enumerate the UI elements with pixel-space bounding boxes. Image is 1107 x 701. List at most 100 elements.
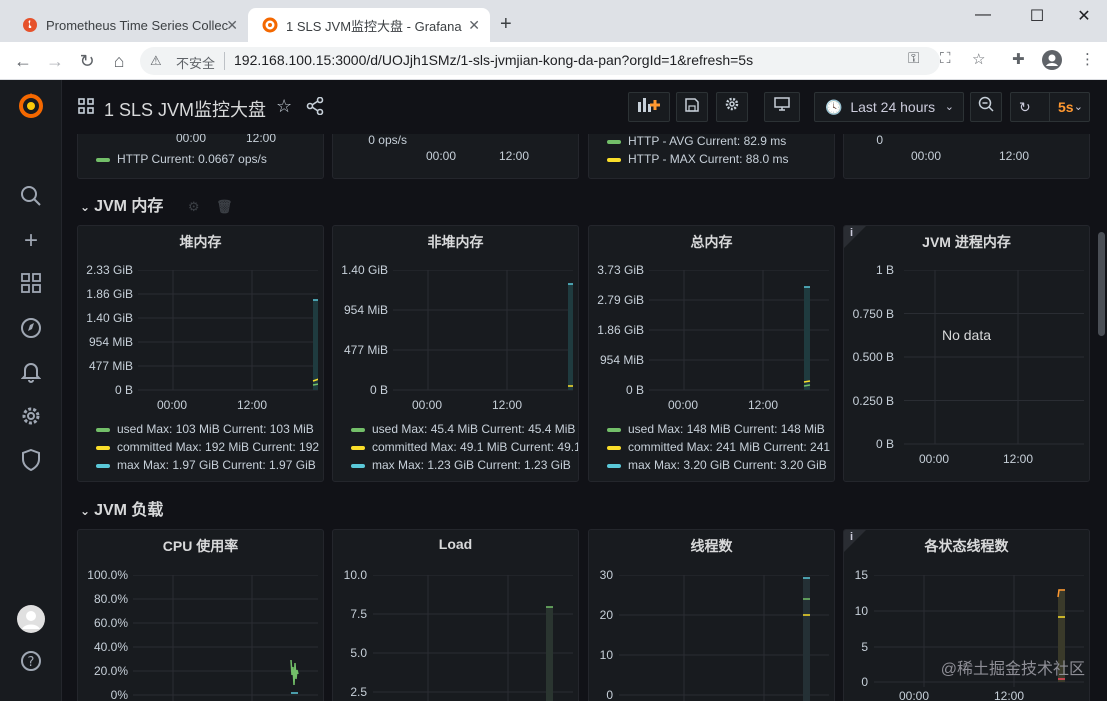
reload-icon[interactable]: ↻	[76, 50, 98, 72]
profile-icon[interactable]	[1042, 50, 1062, 74]
panel-title[interactable]: 总内存	[589, 232, 834, 252]
panel-title[interactable]: 线程数	[589, 536, 834, 556]
panel-title[interactable]: 堆内存	[78, 232, 323, 252]
dashboard-navbar: 1 SLS JVM监控大盘 ☆ 🕓 Last 24 hours ⌄ ↻ 5s ⌄	[62, 80, 1107, 134]
panel-title[interactable]: CPU 使用率	[78, 536, 323, 556]
alerting-bell-icon[interactable]	[19, 361, 43, 385]
star-icon[interactable]: ☆	[276, 96, 292, 117]
panel-title[interactable]: Load	[333, 536, 578, 552]
search-icon[interactable]	[19, 185, 43, 209]
chevron-down-icon: ⌄	[80, 504, 91, 518]
chevron-down-icon: ⌄	[80, 200, 91, 214]
dashboard-title[interactable]: 1 SLS JVM监控大盘	[104, 96, 266, 122]
legend-swatch	[351, 445, 365, 450]
address-bar[interactable]: ⚠ 不安全 192.168.100.15:3000/d/UOJjh1SMz/1-…	[140, 47, 940, 75]
legend-item[interactable]: committed Max: 241 MiB Current: 241 MiB	[607, 440, 834, 454]
heap-graph-area	[138, 270, 318, 391]
refresh-picker[interactable]: ↻ 5s ⌄	[1010, 92, 1090, 122]
legend-item[interactable]: HTTP - AVG Current: 82.9 ms	[607, 134, 786, 148]
zoom-out-icon[interactable]	[970, 92, 1002, 122]
dashboards-grid-icon[interactable]	[78, 98, 94, 119]
close-window-icon[interactable]: ✕	[1072, 6, 1096, 26]
tv-mode-icon[interactable]	[764, 92, 800, 122]
panel-top-right[interactable]: 0 00:00 12:00	[843, 134, 1090, 179]
close-tab-icon[interactable]: ✕	[226, 17, 238, 34]
add-panel-button[interactable]	[628, 92, 670, 122]
panel-http-qps[interactable]: 00:00 12:00 HTTP Current: 0.0667 ops/s	[77, 134, 324, 179]
legend-text: max Max: 3.20 GiB Current: 3.20 GiB	[628, 458, 827, 472]
panel-non-heap-memory[interactable]: 非堆内存 1.40 GiB 954 MiB 477 MiB 0 B 00:00 …	[332, 225, 579, 482]
row-title: JVM 负载	[94, 502, 164, 519]
y-tick: 477 MiB	[343, 343, 388, 357]
plus-icon[interactable]: +	[19, 229, 43, 253]
user-avatar[interactable]	[17, 605, 45, 633]
legend-item[interactable]: HTTP - MAX Current: 88.0 ms	[607, 152, 788, 166]
panel-load[interactable]: Load 10.0 7.5 5.0 2.5	[332, 529, 579, 701]
url-text[interactable]: 192.168.100.15:3000/d/UOJjh1SMz/1-sls-jv…	[234, 52, 753, 68]
bookmark-star-icon[interactable]: ☆	[972, 50, 985, 68]
legend-item[interactable]: committed Max: 192 MiB Current: 192 MiB	[96, 440, 323, 454]
server-admin-shield-icon[interactable]	[19, 448, 43, 473]
legend-swatch	[96, 445, 110, 450]
browser-tab-prometheus[interactable]: Prometheus Time Series Collec ✕	[8, 8, 248, 42]
legend-item[interactable]: used Max: 45.4 MiB Current: 45.4 MiB	[351, 422, 575, 436]
home-icon[interactable]: ⌂	[108, 50, 130, 72]
panel-jvm-process-memory[interactable]: i JVM 进程内存 1 B 0.750 B 0.500 B 0.250 B 0…	[843, 225, 1090, 482]
panel-ops[interactable]: 0 ops/s 00:00 12:00	[332, 134, 579, 179]
refresh-interval[interactable]: 5s	[1049, 93, 1074, 121]
browser-tab-grafana[interactable]: 1 SLS JVM监控大盘 - Grafana ✕	[248, 8, 490, 42]
save-dashboard-icon[interactable]	[676, 92, 708, 122]
legend-item[interactable]: used Max: 148 MiB Current: 148 MiB	[607, 422, 825, 436]
back-icon[interactable]: ←	[12, 50, 34, 72]
row-jvm-memory[interactable]: ⌄ JVM 内存 ⚙ 🗑	[80, 192, 233, 216]
page-scrollbar[interactable]	[1098, 232, 1105, 336]
no-data-message: No data	[941, 327, 992, 343]
panel-total-memory[interactable]: 总内存 3.73 GiB 2.79 GiB 1.86 GiB 954 MiB 0…	[588, 225, 835, 482]
tab-title: Prometheus Time Series Collec	[46, 17, 229, 33]
panel-heap-memory[interactable]: 堆内存 2.33 GiB 1.86 GiB 1.40 GiB 954 MiB 4…	[77, 225, 324, 482]
y-tick: 2.33 GiB	[86, 263, 133, 277]
legend-item[interactable]: max Max: 1.23 GiB Current: 1.23 GiB	[351, 458, 571, 472]
dashboard-panels: 00:00 12:00 HTTP Current: 0.0667 ops/s 0…	[62, 134, 1107, 701]
dashboard-settings-gear-icon[interactable]	[716, 92, 748, 122]
legend-item[interactable]: HTTP Current: 0.0667 ops/s	[96, 152, 267, 166]
key-icon[interactable]: ⚿	[908, 50, 919, 67]
watermark: @稀土掘金技术社区	[940, 661, 1085, 678]
forward-icon[interactable]: →	[44, 50, 66, 72]
panel-thread-count[interactable]: 线程数 30 20 10 0	[588, 529, 835, 701]
panel-cpu-usage[interactable]: CPU 使用率 100.0% 80.0% 60.0% 40.0% 20.0% 0…	[77, 529, 324, 701]
settings-gear-icon[interactable]	[19, 405, 43, 429]
minimize-icon[interactable]: —	[971, 6, 995, 26]
grafana-logo-icon[interactable]	[19, 93, 43, 118]
row-jvm-load[interactable]: ⌄ JVM 负载	[80, 496, 163, 520]
maximize-icon[interactable]: ☐	[1025, 6, 1049, 26]
warning-icon[interactable]: ⚠	[150, 53, 162, 69]
y-tick: 1.40 GiB	[86, 311, 133, 325]
legend-item[interactable]: committed Max: 49.1 MiB Current: 49.1 Mi…	[351, 440, 578, 454]
explore-compass-icon[interactable]	[19, 317, 43, 341]
translate-icon[interactable]: ⛶	[940, 50, 951, 67]
legend-text: used Max: 45.4 MiB Current: 45.4 MiB	[372, 422, 576, 436]
share-icon[interactable]	[306, 96, 324, 120]
dashboards-grid-icon[interactable]	[19, 273, 43, 297]
extensions-icon[interactable]: ✚	[1012, 50, 1025, 68]
legend-swatch	[607, 463, 621, 468]
row-delete-trash-icon[interactable]: 🗑	[216, 199, 233, 214]
legend-item[interactable]: used Max: 103 MiB Current: 103 MiB	[96, 422, 314, 436]
panel-http-latency[interactable]: HTTP - AVG Current: 82.9 ms HTTP - MAX C…	[588, 134, 835, 179]
legend-text: HTTP - AVG Current: 82.9 ms	[628, 134, 787, 148]
legend-item[interactable]: max Max: 3.20 GiB Current: 3.20 GiB	[607, 458, 827, 472]
close-tab-icon[interactable]: ✕	[468, 17, 480, 34]
legend-item[interactable]: max Max: 1.97 GiB Current: 1.97 GiB	[96, 458, 316, 472]
y-tick: 1.86 GiB	[597, 323, 644, 337]
panel-title[interactable]: 各状态线程数	[844, 536, 1089, 556]
time-range-picker[interactable]: 🕓 Last 24 hours ⌄	[814, 92, 964, 122]
browser-menu-icon[interactable]: ⋮	[1080, 50, 1095, 68]
panel-title[interactable]: 非堆内存	[333, 232, 578, 252]
y-tick: 5	[861, 640, 868, 654]
panel-title[interactable]: JVM 进程内存	[844, 232, 1089, 252]
refresh-icon[interactable]: ↻	[1019, 99, 1031, 115]
new-tab-icon[interactable]: +	[500, 13, 512, 36]
row-settings-gear-icon[interactable]: ⚙	[188, 199, 200, 214]
help-icon[interactable]: ?	[19, 650, 43, 674]
